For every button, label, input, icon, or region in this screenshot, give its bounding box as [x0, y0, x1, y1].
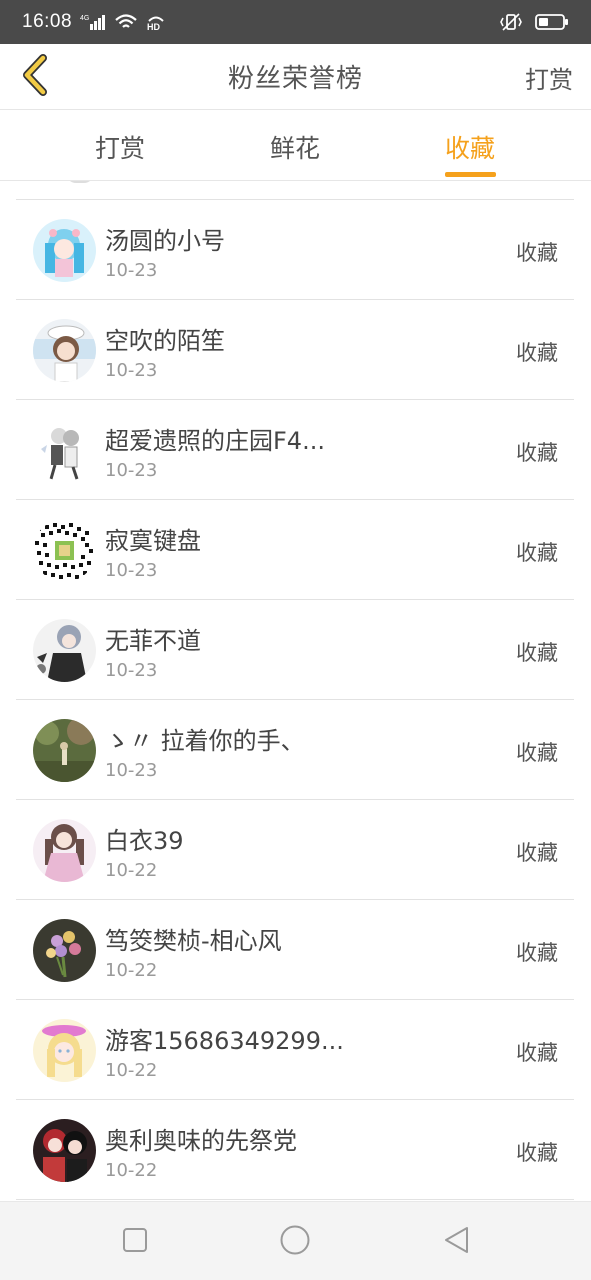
- list-item[interactable]: 奥利奥味的先祭党 10-22 收藏: [16, 1100, 574, 1200]
- page-title: 粉丝荣誉榜: [227, 64, 363, 94]
- cellular-signal-icon: 4G: [80, 13, 106, 31]
- reward-button[interactable]: 打赏: [525, 60, 573, 95]
- list-item[interactable]: 空吹的陌笙 10-23 收藏: [16, 300, 574, 400]
- tab-reward[interactable]: 打赏: [95, 129, 145, 165]
- fan-action-label: 收藏: [516, 441, 558, 465]
- list-item[interactable]: 游客15686349299... 10-22 收藏: [16, 1000, 574, 1100]
- recents-button[interactable]: [117, 1224, 153, 1260]
- chevron-left-icon: [19, 53, 53, 101]
- list-item[interactable]: 白衣39 10-22 收藏: [16, 800, 574, 900]
- fan-date: 10-22: [105, 860, 158, 881]
- avatar: [33, 919, 96, 982]
- fan-name: ゝ〃 拉着你的手、: [105, 727, 305, 755]
- avatar: [33, 219, 96, 282]
- list-item[interactable]: 笃筊樊桢-相心风 10-22 收藏: [16, 900, 574, 1000]
- fan-name: 奥利奥味的先祭党: [105, 1127, 297, 1155]
- wifi-icon: [114, 13, 138, 31]
- avatar: [33, 519, 96, 582]
- fan-list[interactable]: 汤圆的小号 10-23 收藏 空吹的陌笙 10-23 收藏 超爱遗照的庄园F4.…: [0, 181, 591, 1201]
- fan-name: 寂寞键盘: [105, 527, 201, 555]
- fan-name: 白衣39: [105, 827, 184, 855]
- fan-action-label: 收藏: [516, 541, 558, 565]
- status-time: 16:08: [22, 11, 73, 32]
- fan-action-label: 收藏: [516, 741, 558, 765]
- list-item-partial: [16, 181, 574, 200]
- list-item[interactable]: 无菲不道 10-23 收藏: [16, 600, 574, 700]
- tab-favorites[interactable]: 收藏: [445, 129, 495, 165]
- avatar: [66, 181, 94, 183]
- fan-action-label: 收藏: [516, 941, 558, 965]
- list-item[interactable]: 寂寞键盘 10-23 收藏: [16, 500, 574, 600]
- avatar: [33, 319, 96, 382]
- triangle-back-icon: [441, 1224, 471, 1260]
- fan-name: 游客15686349299...: [105, 1027, 344, 1055]
- fan-date: 10-23: [105, 760, 158, 781]
- fan-action-label: 收藏: [516, 241, 558, 265]
- back-nav-button[interactable]: [438, 1224, 474, 1260]
- fan-date: 10-23: [105, 560, 158, 581]
- fan-name: 笃筊樊桢-相心风: [105, 927, 282, 955]
- fan-date: 10-23: [105, 460, 158, 481]
- avatar: [33, 1019, 96, 1082]
- home-button[interactable]: [277, 1224, 313, 1260]
- list-item[interactable]: 汤圆的小号 10-23 收藏: [16, 200, 574, 300]
- list-item[interactable]: 超爱遗照的庄园F4... 10-23 收藏: [16, 400, 574, 500]
- fan-date: 10-23: [105, 660, 158, 681]
- fan-date: 10-22: [105, 1060, 158, 1081]
- back-button[interactable]: [14, 53, 58, 101]
- tab-flowers[interactable]: 鲜花: [270, 129, 320, 165]
- fan-date: 10-23: [105, 260, 158, 281]
- fan-action-label: 收藏: [516, 1141, 558, 1165]
- avatar: [33, 819, 96, 882]
- fan-date: 10-23: [105, 360, 158, 381]
- vibrate-icon: [499, 12, 523, 32]
- avatar: [33, 619, 96, 682]
- square-icon: [121, 1226, 149, 1258]
- avatar: [33, 1119, 96, 1182]
- fan-name: 无菲不道: [105, 627, 201, 655]
- avatar: [33, 719, 96, 782]
- svg-text:4G: 4G: [80, 15, 89, 22]
- fan-action-label: 收藏: [516, 641, 558, 665]
- tab-bar: 打赏 鲜花 收藏: [0, 111, 591, 181]
- status-bar: 16:08 4G HD: [0, 0, 591, 44]
- active-tab-indicator: [445, 172, 496, 177]
- header: 粉丝荣誉榜 打赏: [0, 44, 591, 110]
- svg-text:HD: HD: [147, 22, 160, 31]
- fan-name: 超爱遗照的庄园F4...: [105, 427, 325, 455]
- fan-action-label: 收藏: [516, 841, 558, 865]
- fan-name: 汤圆的小号: [105, 227, 225, 255]
- fan-name: 空吹的陌笙: [105, 327, 225, 355]
- hd-icon: HD: [146, 13, 166, 31]
- battery-icon: [535, 13, 569, 31]
- fan-date: 10-22: [105, 960, 158, 981]
- fan-action-label: 收藏: [516, 1041, 558, 1065]
- list-item[interactable]: ゝ〃 拉着你的手、 10-23 收藏: [16, 700, 574, 800]
- circle-icon: [279, 1224, 311, 1260]
- system-nav-bar: [0, 1201, 591, 1280]
- avatar: [33, 419, 96, 482]
- fan-date: 10-22: [105, 1160, 158, 1181]
- fan-action-label: 收藏: [516, 341, 558, 365]
